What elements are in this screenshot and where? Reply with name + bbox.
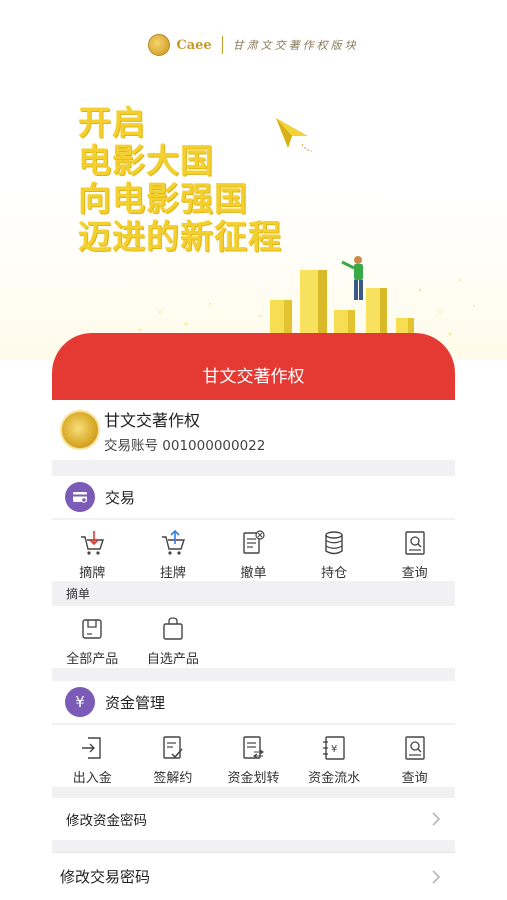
headline-line-1: 开启: [78, 103, 146, 142]
trade-item-revoke[interactable]: 撤单: [213, 520, 294, 581]
headline-line-2: 电影大国: [78, 141, 214, 180]
database-icon: [325, 531, 343, 555]
in-out-icon: [82, 737, 101, 759]
yen-icon: ¥: [65, 687, 95, 717]
trade-item-label: 摘牌: [79, 566, 106, 581]
change-fund-password-row[interactable]: 修改资金密码: [52, 798, 455, 840]
title-bar: 甘文交著作权: [52, 333, 455, 400]
cart-down-icon: [81, 531, 105, 555]
card-icon: [65, 482, 95, 512]
box-icon: [82, 619, 102, 639]
brand-slogan: 甘肃文交著作权版块: [232, 39, 359, 52]
chevron-right-icon: [432, 869, 441, 884]
trade-section-header: 交易: [52, 476, 455, 518]
trade-item-label: 持仓: [321, 566, 348, 581]
product-label: 自选产品: [146, 652, 199, 667]
brand-word: Caee: [176, 37, 212, 53]
product-all[interactable]: 全部产品: [52, 606, 133, 668]
funds-item-label: 查询: [401, 771, 428, 786]
funds-item-query[interactable]: 查询: [374, 725, 455, 787]
search-doc-icon: [404, 531, 425, 555]
account-name: 甘文交著作权: [104, 410, 201, 430]
delist-grid: 全部产品 自选产品: [52, 606, 455, 668]
chevron-right-icon: [432, 812, 441, 826]
funds-item-label: 资金划转: [227, 771, 280, 786]
revoke-doc-icon: [243, 530, 266, 554]
trade-item-query[interactable]: 查询: [374, 520, 455, 581]
delist-subsection-label: 摘单: [52, 583, 455, 605]
funds-item-sign[interactable]: 签解约: [133, 725, 214, 787]
change-fund-password-label: 修改资金密码: [66, 813, 147, 829]
funds-section-header: ¥ 资金管理: [52, 681, 455, 723]
paper-plane-icon: [276, 118, 312, 152]
svg-text:¥: ¥: [331, 744, 337, 755]
funds-item-in-out[interactable]: 出入金: [52, 725, 133, 787]
funds-item-ledger[interactable]: ¥ 资金流水: [294, 725, 375, 787]
account-number: 交易账号 001000000022: [104, 437, 266, 454]
app-screen: 甘文交著作权 甘文交著作权 交易账号 001000000022 交易 摘牌 挂牌…: [52, 333, 455, 900]
trade-item-label: 查询: [401, 566, 428, 581]
headline-line-3: 向电影强国: [78, 179, 248, 218]
account-logo-icon: [60, 410, 100, 450]
funds-item-transfer[interactable]: 资金划转: [213, 725, 294, 787]
headline: 开启 电影大国 向电影强国 迈进的新征程: [78, 104, 282, 256]
trade-item-position[interactable]: 持仓: [294, 520, 375, 581]
funds-item-label: 资金流水: [308, 771, 361, 786]
trade-item-label: 挂牌: [159, 566, 186, 581]
funds-grid: 出入金 签解约 资金划转 ¥ 资金流水 查询: [52, 725, 455, 787]
account-card[interactable]: 甘文交著作权 交易账号 001000000022: [52, 400, 455, 460]
ledger-icon: ¥: [323, 736, 345, 760]
bag-icon: [163, 617, 183, 640]
product-label: 全部产品: [66, 652, 119, 667]
sign-doc-icon: [163, 736, 183, 759]
page-title: 甘文交著作权: [202, 366, 305, 387]
funds-item-label: 出入金: [72, 771, 112, 786]
cart-up-icon: [161, 529, 185, 555]
transfer-doc-icon: [243, 736, 265, 759]
trade-item-delist[interactable]: 摘牌: [52, 520, 133, 581]
search-doc-icon: [404, 736, 425, 760]
brand-divider: [221, 36, 223, 54]
funds-item-label: 签解约: [153, 771, 193, 786]
product-favorites[interactable]: 自选产品: [133, 606, 214, 668]
trade-item-list[interactable]: 挂牌: [133, 520, 214, 581]
trade-item-label: 撤单: [240, 566, 267, 581]
trade-grid: 摘牌 挂牌 撤单 持仓 查询: [52, 520, 455, 581]
change-trade-password-label: 修改交易密码: [60, 868, 151, 886]
brand-bar: Caee 甘肃文交著作权版块: [0, 34, 507, 56]
promo-banner: Caee 甘肃文交著作权版块 开启 电影大国 向电影强国 迈进的新征程: [0, 0, 507, 360]
brand-logo-icon: [148, 34, 171, 56]
change-trade-password-row[interactable]: 修改交易密码: [52, 852, 455, 900]
funds-section-title: 资金管理: [105, 693, 166, 712]
trade-section-title: 交易: [105, 488, 136, 507]
